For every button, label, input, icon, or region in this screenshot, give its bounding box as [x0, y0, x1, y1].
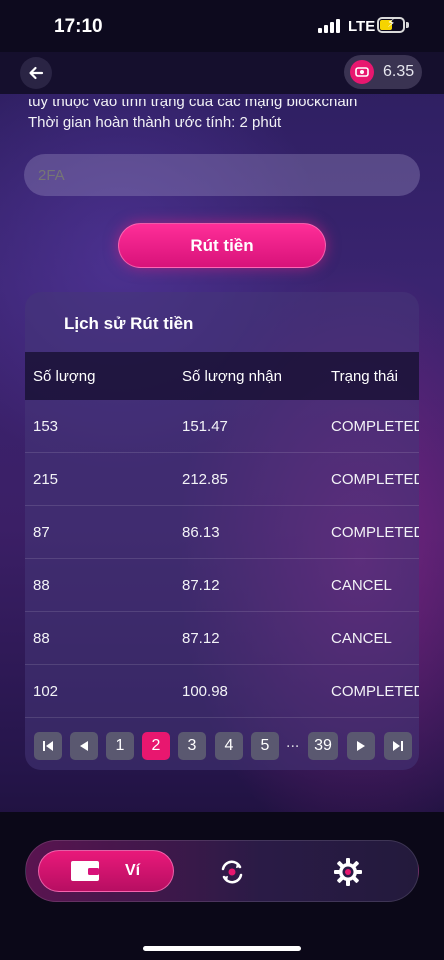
cell-amount: 215 — [33, 471, 59, 488]
table-row: 88 87.12 CANCEL — [25, 559, 419, 612]
info-line-eta: Thời gian hoàn thành ước tính: 2 phút — [28, 114, 282, 131]
bottom-nav: Ví — [25, 840, 419, 902]
info-line-network: tùy thuộc vào tình trạng của các mạng bl… — [28, 93, 358, 110]
cell-status: CANCEL — [331, 630, 392, 647]
page-button-4[interactable]: 4 — [215, 732, 243, 760]
next-page-button[interactable] — [347, 732, 375, 760]
page-button-last[interactable]: 39 — [308, 732, 338, 760]
cell-amount: 88 — [33, 577, 50, 594]
cell-status: COMPLETED — [331, 418, 419, 435]
back-button[interactable] — [20, 57, 52, 89]
first-page-button[interactable] — [34, 732, 62, 760]
caret-left-icon — [80, 741, 88, 751]
wallet-icon — [71, 861, 99, 881]
info-text: tùy thuộc vào tình trạng của các mạng bl… — [28, 91, 357, 133]
pagination-ellipsis: ... — [286, 734, 300, 751]
page-button-5[interactable]: 5 — [251, 732, 279, 760]
signal-icon — [318, 19, 342, 33]
withdraw-history-card: Lịch sử Rút tiền Số lượng Số lượng nhận … — [25, 292, 419, 770]
balance-pill[interactable]: 6.35 — [344, 55, 422, 89]
withdraw-button[interactable]: Rút tiền — [118, 223, 326, 268]
cell-amount: 102 — [33, 683, 59, 700]
cell-amount: 87 — [33, 524, 50, 541]
last-page-button[interactable] — [384, 732, 412, 760]
nav-wallet-tab[interactable]: Ví — [38, 850, 174, 892]
cell-status: COMPLETED — [331, 524, 419, 541]
battery-tip — [406, 22, 409, 28]
twofa-input[interactable] — [24, 154, 420, 196]
cell-received: 86.13 — [182, 524, 220, 541]
cell-received: 87.12 — [182, 577, 220, 594]
page-button-3[interactable]: 3 — [178, 732, 206, 760]
table-row: 102 100.98 COMPLETED — [25, 665, 419, 718]
cell-received: 151.47 — [182, 418, 228, 435]
balance-value: 6.35 — [383, 63, 415, 80]
cell-status: COMPLETED — [331, 683, 419, 700]
table-row: 87 86.13 COMPLETED — [25, 506, 419, 559]
cell-received: 87.12 — [182, 630, 220, 647]
column-header-amount: Số lượng — [33, 368, 96, 385]
arrow-left-icon — [29, 66, 44, 80]
bottom-area: Ví — [0, 812, 444, 960]
status-bar: 17:10 LTE ⚡ — [0, 0, 444, 52]
skip-last-icon — [393, 741, 403, 751]
page-button-1[interactable]: 1 — [106, 732, 134, 760]
prev-page-button[interactable] — [70, 732, 98, 760]
status-time: 17:10 — [54, 16, 103, 37]
cell-status: CANCEL — [331, 577, 392, 594]
caret-right-icon — [357, 741, 365, 751]
battery-icon: ⚡ — [377, 16, 405, 33]
nav-swap-tab[interactable] — [218, 858, 246, 886]
cell-amount: 88 — [33, 630, 50, 647]
cell-received: 100.98 — [182, 683, 228, 700]
table-row: 88 87.12 CANCEL — [25, 612, 419, 665]
table-row: 153 151.47 COMPLETED — [25, 400, 419, 453]
nav-wallet-label: Ví — [125, 862, 141, 879]
column-header-status: Trạng thái — [331, 368, 398, 385]
table-header: Số lượng Số lượng nhận Trạng thái — [25, 352, 419, 400]
skip-first-icon — [43, 741, 53, 751]
column-header-received: Số lượng nhận — [182, 368, 282, 385]
home-indicator — [143, 946, 301, 951]
page-button-2-current[interactable]: 2 — [142, 732, 170, 760]
coin-icon — [350, 60, 374, 84]
table-body: 153 151.47 COMPLETED 215 212.85 COMPLETE… — [25, 400, 419, 718]
app-header: 6.35 — [0, 52, 444, 94]
cell-status: COMPLETED — [331, 471, 419, 488]
table-row: 215 212.85 COMPLETED — [25, 453, 419, 506]
nav-settings-tab[interactable] — [333, 857, 363, 887]
cell-amount: 153 — [33, 418, 59, 435]
cell-received: 212.85 — [182, 471, 228, 488]
history-title: Lịch sử Rút tiền — [64, 314, 194, 333]
pagination: 1 2 3 4 5 ... 39 — [34, 732, 414, 760]
network-label: LTE — [348, 18, 376, 35]
